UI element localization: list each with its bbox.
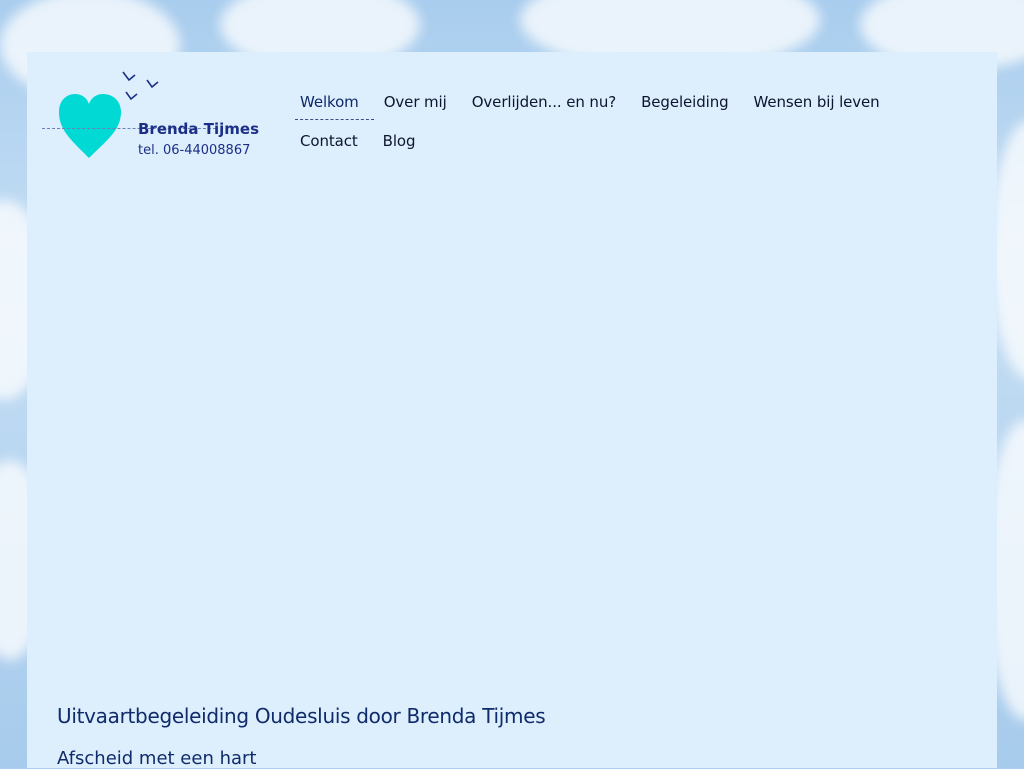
nav-item-begeleiding[interactable]: Begeleiding bbox=[636, 87, 743, 117]
main-navigation: Welkom Over mij Overlijden... en nu? Beg… bbox=[295, 82, 975, 160]
nav-item-contact[interactable]: Contact bbox=[295, 126, 373, 156]
logo-name: Brenda Tijmes bbox=[138, 120, 260, 138]
page-subtitle: Afscheid met een hart bbox=[57, 748, 257, 769]
nav-row-1: Welkom Over mij Overlijden... en nu? Beg… bbox=[295, 82, 975, 121]
nav-row-2: Contact Blog bbox=[295, 121, 975, 160]
logo-phone: tel. 06-44008867 bbox=[138, 143, 251, 158]
nav-item-over-mij[interactable]: Over mij bbox=[379, 87, 462, 117]
nav-item-blog[interactable]: Blog bbox=[378, 126, 431, 156]
nav-item-welkom[interactable]: Welkom bbox=[295, 87, 374, 120]
content-panel: Brenda Tijmes tel. 06-44008867 Welkom Ov… bbox=[27, 52, 997, 769]
nav-item-overlijden[interactable]: Overlijden... en nu? bbox=[467, 87, 631, 117]
nav-item-wensen-bij-leven[interactable]: Wensen bij leven bbox=[749, 87, 895, 117]
page-title: Uitvaartbegeleiding Oudesluis door Brend… bbox=[57, 704, 546, 728]
site-logo[interactable]: Brenda Tijmes tel. 06-44008867 bbox=[41, 66, 259, 166]
